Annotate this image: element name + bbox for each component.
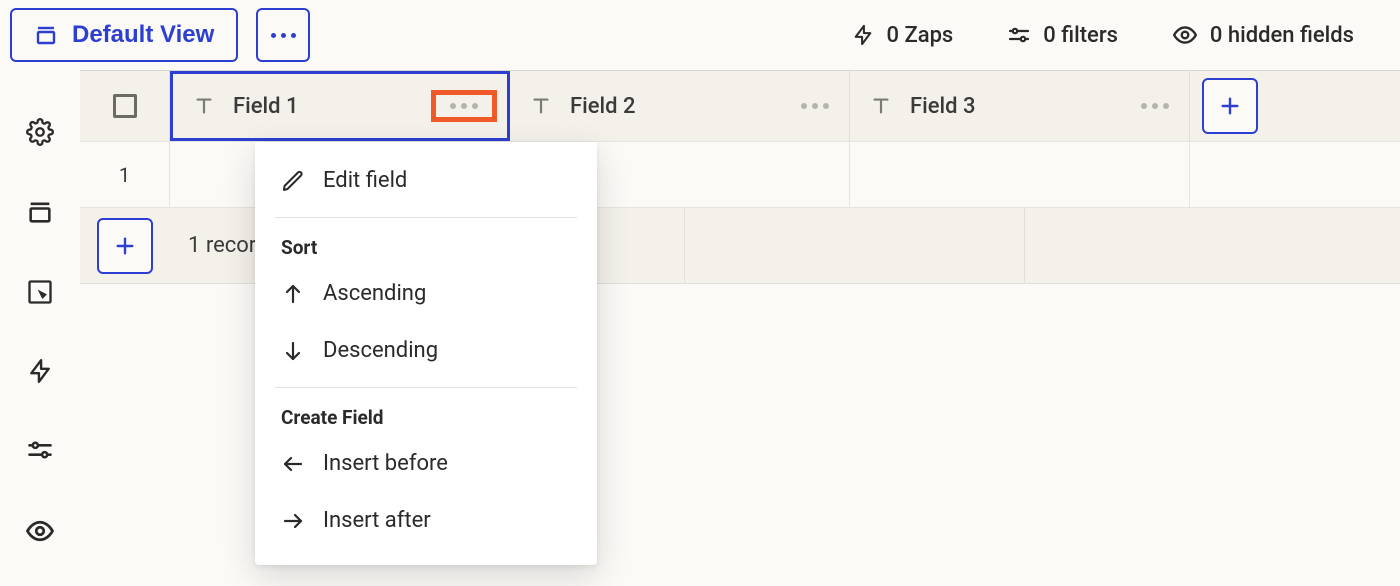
inspect-icon — [26, 278, 54, 306]
plus-icon — [1219, 95, 1241, 117]
table-view-icon — [34, 23, 58, 47]
menu-item-sort-ascending[interactable]: Ascending — [255, 265, 597, 322]
row-number: 1 — [119, 163, 130, 187]
view-more-button[interactable] — [256, 8, 310, 62]
hidden-fields-stat[interactable]: 0 hidden fields — [1172, 22, 1354, 48]
column-menu-button[interactable] — [431, 90, 497, 122]
zaps-stat[interactable]: 0 Zaps — [852, 23, 953, 48]
more-horizontal-icon — [450, 103, 478, 109]
filters-rail-button[interactable] — [26, 436, 54, 464]
bolt-icon — [27, 358, 53, 384]
column-header-label: Field 2 — [570, 94, 783, 119]
gear-icon — [26, 118, 54, 146]
filters-stat-label: 0 filters — [1043, 23, 1118, 48]
arrow-down-icon — [281, 339, 305, 363]
column-header-field-3[interactable]: Field 3 — [850, 71, 1190, 141]
menu-item-label: Descending — [323, 338, 438, 363]
settings-rail-button[interactable] — [26, 118, 54, 146]
menu-item-sort-descending[interactable]: Descending — [255, 322, 597, 379]
eye-icon — [25, 516, 55, 546]
menu-item-label: Edit field — [323, 168, 407, 193]
row-number-cell: 1 — [80, 142, 170, 207]
column-menu-button[interactable] — [801, 103, 829, 109]
more-horizontal-icon — [271, 33, 296, 38]
menu-item-insert-before[interactable]: Insert before — [255, 435, 597, 492]
data-cell[interactable] — [850, 142, 1190, 207]
arrow-up-icon — [281, 282, 305, 306]
view-selector-button[interactable]: Default View — [10, 8, 238, 62]
pencil-icon — [281, 169, 305, 193]
sliders-icon — [26, 436, 54, 464]
checkbox-icon — [113, 94, 137, 118]
menu-item-label: Insert before — [323, 451, 448, 476]
select-all-cell[interactable] — [80, 71, 170, 141]
menu-heading-sort: Sort — [255, 226, 597, 265]
eye-icon — [1172, 22, 1198, 48]
bolt-icon — [852, 24, 874, 46]
grid: Field 1 Field 2 — [80, 70, 1400, 586]
field-context-menu: Edit field Sort Ascending — [255, 142, 597, 565]
arrow-left-icon — [281, 452, 305, 476]
plus-icon — [114, 235, 136, 257]
hidden-fields-stat-label: 0 hidden fields — [1210, 23, 1354, 48]
zaps-rail-button[interactable] — [27, 358, 53, 384]
sliders-icon — [1007, 23, 1031, 47]
menu-heading-create-field: Create Field — [255, 396, 597, 435]
zaps-stat-label: 0 Zaps — [886, 23, 953, 48]
arrow-right-icon — [281, 509, 305, 533]
filters-stat[interactable]: 0 filters — [1007, 23, 1118, 48]
top-toolbar: Default View 0 Zaps 0 filters — [0, 0, 1400, 70]
column-menu-button[interactable] — [1141, 103, 1169, 109]
workspace: Field 1 Field 2 — [0, 70, 1400, 586]
column-header-label: Field 1 — [233, 94, 413, 119]
text-type-icon — [530, 95, 552, 117]
inspect-rail-button[interactable] — [26, 278, 54, 306]
visibility-rail-button[interactable] — [25, 516, 55, 546]
side-rail — [0, 70, 80, 586]
add-row-button[interactable] — [97, 218, 153, 274]
column-header-field-2[interactable]: Field 2 — [510, 71, 850, 141]
text-type-icon — [870, 95, 892, 117]
menu-item-label: Ascending — [323, 281, 426, 306]
menu-separator — [275, 217, 577, 218]
view-selector-label: Default View — [72, 21, 214, 49]
add-column-button[interactable] — [1202, 78, 1258, 134]
menu-item-label: Insert after — [323, 508, 431, 533]
column-header-label: Field 3 — [910, 94, 1123, 119]
column-header-row: Field 1 Field 2 — [80, 70, 1400, 142]
text-type-icon — [193, 95, 215, 117]
menu-separator — [275, 387, 577, 388]
menu-item-edit-field[interactable]: Edit field — [255, 152, 597, 209]
column-header-field-1[interactable]: Field 1 — [170, 71, 510, 141]
table-icon — [26, 198, 54, 226]
tables-rail-button[interactable] — [26, 198, 54, 226]
menu-item-insert-after[interactable]: Insert after — [255, 492, 597, 549]
add-column-cell — [1190, 71, 1270, 141]
